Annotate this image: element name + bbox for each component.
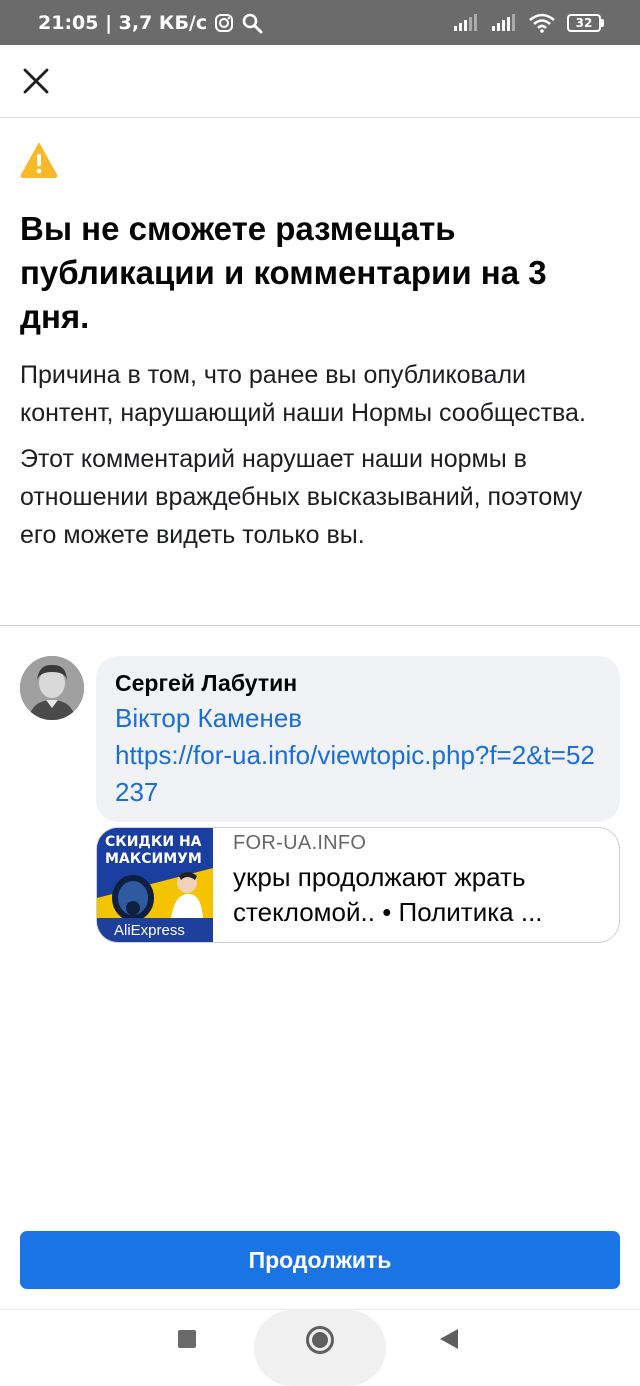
battery-level: 32 xyxy=(567,13,601,32)
section-divider xyxy=(0,625,640,626)
home-icon[interactable] xyxy=(306,1326,334,1354)
back-icon[interactable] xyxy=(440,1329,458,1349)
thumbnail-brand: AliExpress xyxy=(97,918,213,942)
warning-icon xyxy=(20,143,58,178)
instagram-icon xyxy=(214,13,234,33)
close-button[interactable] xyxy=(18,63,54,99)
comment-author[interactable]: Сергей Лабутин xyxy=(115,668,600,698)
thumbnail-caption-line1: СКИДКИ НА xyxy=(105,834,202,850)
wifi-icon xyxy=(529,13,555,33)
avatar-image xyxy=(20,656,84,720)
preview-title: укры продолжают жрать стекломой.. • Поли… xyxy=(233,860,603,930)
preview-title-line2: стекломой.. • Политика ... xyxy=(233,897,543,927)
violation-text: Этот комментарий нарушает наши нормы в о… xyxy=(20,445,583,549)
thumbnail-caption: СКИДКИ НА МАКСИМУМ xyxy=(105,834,202,868)
preview-domain: FOR-UA.INFO xyxy=(233,832,367,854)
status-time-speed: 21:05 | 3,7 КБ/с xyxy=(38,11,208,34)
home-icon-dot xyxy=(312,1332,328,1348)
continue-button[interactable]: Продолжить xyxy=(20,1231,620,1289)
link-preview-card[interactable]: СКИДКИ НА МАКСИМУМ AliExpress FOR-UA.INF… xyxy=(96,827,620,943)
battery-icon: 32 xyxy=(567,13,604,32)
recent-apps-icon[interactable] xyxy=(178,1330,196,1348)
comment-bubble: Сергей Лабутин Віктор Каменев https://fo… xyxy=(96,656,620,822)
battery-tip xyxy=(601,18,604,27)
close-icon xyxy=(23,68,49,94)
status-bar: 21:05 | 3,7 КБ/с 32 xyxy=(0,0,640,45)
status-left: 21:05 | 3,7 КБ/с xyxy=(38,12,263,34)
status-right: 32 xyxy=(453,13,604,33)
reason-text: Причина в том, что ранее вы опубликовали… xyxy=(20,361,586,427)
avatar[interactable] xyxy=(20,656,84,720)
preview-text: FOR-UA.INFO укры продолжают жрать стекло… xyxy=(233,830,603,930)
search-icon xyxy=(241,12,263,34)
signal-icon-1 xyxy=(453,13,479,32)
headline: Вы не сможете размещать публикации и ком… xyxy=(20,210,547,335)
top-bar xyxy=(0,45,640,118)
warning-section: Вы не сможете размещать публикации и ком… xyxy=(20,142,620,554)
comment-link[interactable]: https://for-ua.info/viewtopic.php?f=2&t=… xyxy=(115,737,595,811)
navigation-bar xyxy=(0,1310,640,1386)
thumbnail-caption-line2: МАКСИМУМ xyxy=(105,851,202,867)
preview-title-line1: укры продолжают жрать xyxy=(233,862,526,892)
preview-thumbnail: СКИДКИ НА МАКСИМУМ AliExpress xyxy=(97,828,213,942)
signal-icon-2 xyxy=(491,13,517,32)
comment-mention[interactable]: Віктор Каменев xyxy=(115,700,600,737)
